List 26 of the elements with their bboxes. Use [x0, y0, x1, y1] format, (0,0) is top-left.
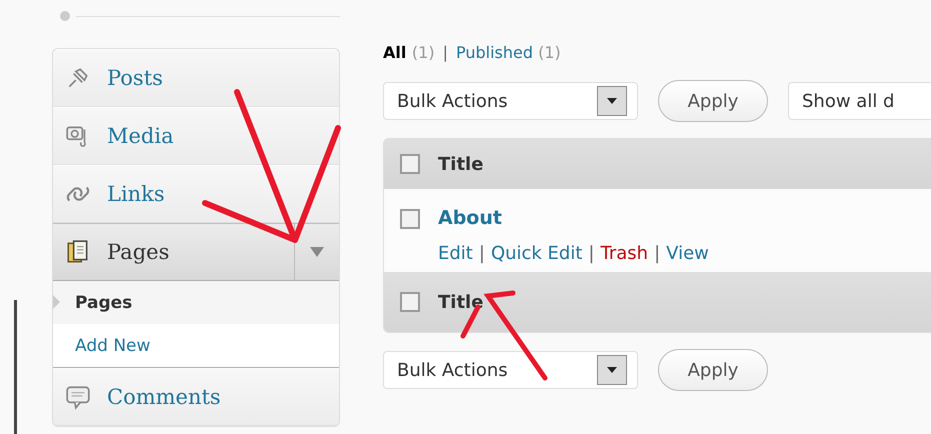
checkbox[interactable]: [400, 209, 420, 229]
apply-button[interactable]: Apply: [658, 80, 768, 122]
bulk-actions-dropdown[interactable]: Bulk Actions: [383, 351, 638, 389]
filter-dropdown[interactable]: Show all d: [788, 82, 931, 120]
column-footer: Title: [438, 292, 484, 312]
separator: |: [478, 243, 485, 264]
filter-link[interactable]: All (1): [383, 42, 435, 62]
separator: |: [588, 243, 594, 264]
speech-bubble-icon: [65, 384, 91, 410]
separator: |: [442, 42, 448, 62]
row-action-link[interactable]: Quick Edit: [490, 243, 582, 264]
bulk-actions-dropdown[interactable]: Bulk Actions: [383, 82, 638, 120]
row-action-link[interactable]: Edit: [438, 243, 473, 264]
pointer-icon: [53, 295, 60, 309]
submenu-item[interactable]: Pages: [75, 292, 132, 312]
row-action-link[interactable]: View: [666, 243, 709, 264]
checkbox[interactable]: [400, 154, 420, 174]
checkbox[interactable]: [400, 292, 420, 312]
page-title-link[interactable]: About: [438, 207, 709, 229]
row-action-link[interactable]: Trash: [600, 243, 648, 264]
separator: |: [654, 243, 660, 264]
filter-link[interactable]: Published (1): [456, 42, 561, 62]
column-header: Title: [438, 154, 484, 174]
collapse-icon[interactable]: [60, 11, 70, 21]
apply-button[interactable]: Apply: [658, 349, 768, 391]
submenu-item[interactable]: Add New: [75, 336, 150, 356]
